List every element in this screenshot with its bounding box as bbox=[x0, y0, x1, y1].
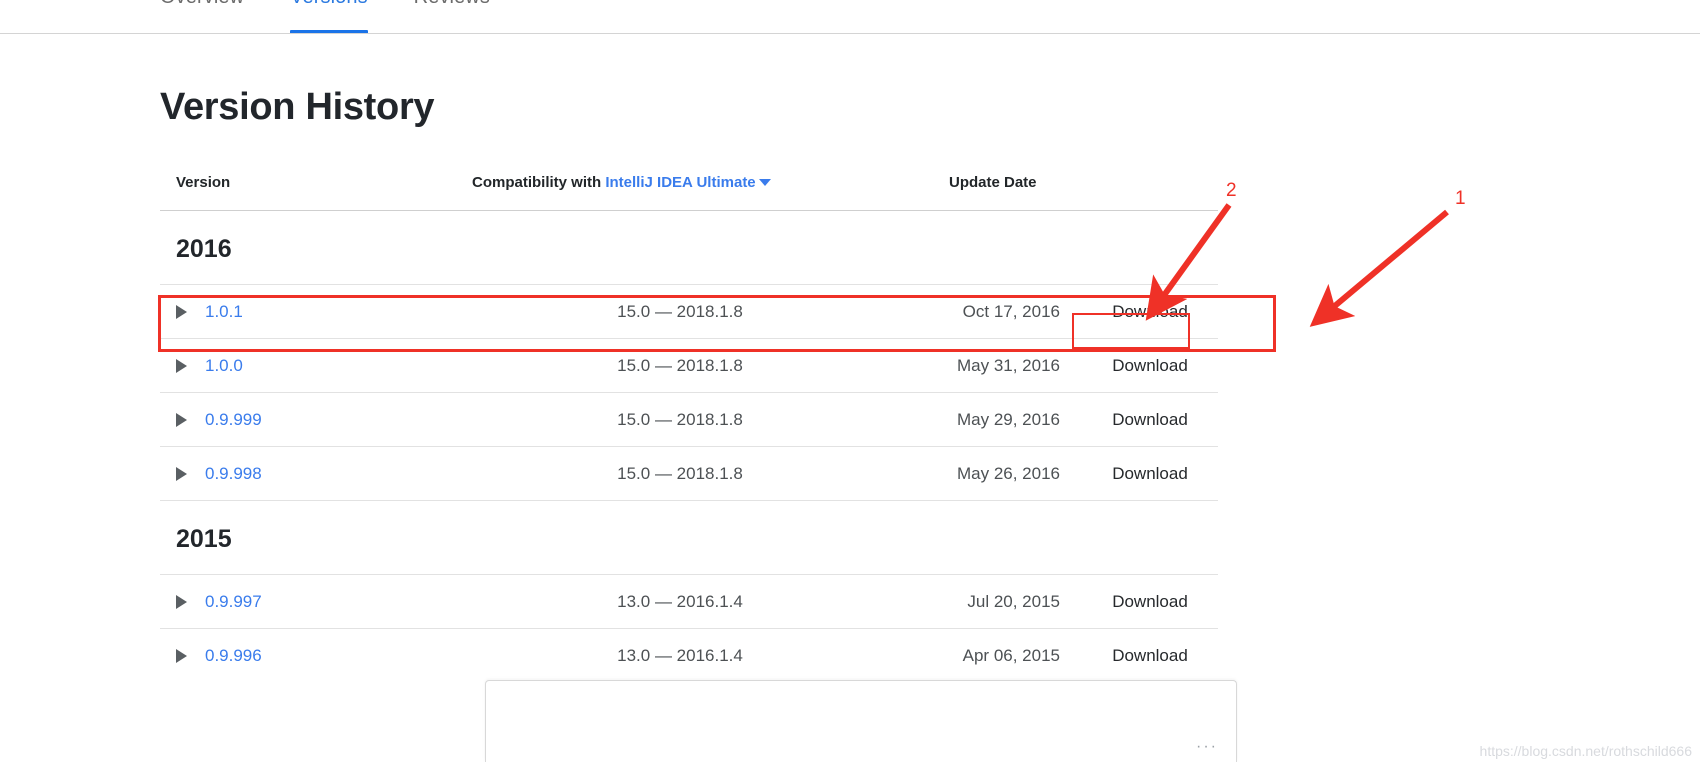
update-date-value: May 31, 2016 bbox=[956, 355, 1060, 375]
chevron-down-icon[interactable] bbox=[758, 178, 771, 186]
table-header-row: Version Compatibility with IntelliJ IDEA… bbox=[160, 174, 1218, 211]
compatibility-value: 15.0 — 2018.1.8 bbox=[617, 301, 743, 321]
version-link[interactable]: 0.9.997 bbox=[205, 575, 262, 628]
tab-reviews[interactable]: Reviews bbox=[414, 0, 490, 26]
triangle-right-icon bbox=[176, 358, 187, 373]
row-expander-toggle[interactable] bbox=[176, 575, 198, 628]
compatibility-prefix-label: Compatibility with bbox=[472, 174, 602, 191]
compatibility-value: 13.0 — 2016.1.4 bbox=[617, 591, 743, 611]
annotation-arrow-1 bbox=[1309, 209, 1449, 327]
triangle-right-icon bbox=[176, 304, 187, 319]
row-expander-toggle[interactable] bbox=[176, 629, 198, 682]
table-row[interactable]: 0.9.996 13.0 — 2016.1.4 Apr 06, 2015 Dow… bbox=[160, 628, 1218, 682]
row-expander-toggle[interactable] bbox=[176, 393, 198, 446]
year-group-2016: 2016 1.0.1 15.0 — 2018.1.8 Oct 17, 2016 … bbox=[160, 211, 1218, 501]
download-button[interactable]: Download bbox=[1090, 575, 1210, 628]
year-heading-2016: 2016 bbox=[176, 235, 232, 263]
page-title: Version History bbox=[160, 86, 435, 128]
compatibility-value: 15.0 — 2018.1.8 bbox=[617, 463, 743, 483]
download-button[interactable]: Download bbox=[1090, 285, 1210, 338]
year-heading-2015: 2015 bbox=[176, 525, 232, 553]
column-header-version: Version bbox=[176, 174, 231, 191]
compatibility-value: 13.0 — 2016.1.4 bbox=[617, 645, 743, 665]
compatibility-value: 15.0 — 2018.1.8 bbox=[617, 409, 743, 429]
compatibility-product-dropdown[interactable]: IntelliJ IDEA Ultimate bbox=[605, 174, 755, 191]
version-link[interactable]: 1.0.0 bbox=[205, 339, 243, 392]
version-history-table: Version Compatibility with IntelliJ IDEA… bbox=[160, 174, 1218, 682]
triangle-right-icon bbox=[176, 648, 187, 663]
triangle-right-icon bbox=[176, 412, 187, 427]
table-row[interactable]: 0.9.997 13.0 — 2016.1.4 Jul 20, 2015 Dow… bbox=[160, 574, 1218, 628]
column-header-compatibility: Compatibility with IntelliJ IDEA Ultimat… bbox=[472, 174, 771, 191]
tab-versions[interactable]: Versions bbox=[290, 0, 368, 34]
compatibility-value: 15.0 — 2018.1.8 bbox=[617, 355, 743, 375]
tab-bar-divider bbox=[0, 33, 1700, 34]
tab-reviews-label: Reviews bbox=[414, 0, 490, 8]
download-button[interactable]: Download bbox=[1090, 393, 1210, 446]
download-button[interactable]: Download bbox=[1090, 447, 1210, 500]
triangle-right-icon bbox=[176, 594, 187, 609]
bottom-overlay-panel[interactable]: ··· bbox=[485, 680, 1237, 762]
update-date-value: Apr 06, 2015 bbox=[962, 645, 1060, 665]
table-row[interactable]: 1.0.1 15.0 — 2018.1.8 Oct 17, 2016 Downl… bbox=[160, 284, 1218, 338]
tab-overview-label: Overview bbox=[160, 0, 244, 8]
tab-list: Overview Versions Reviews bbox=[160, 0, 490, 34]
year-group-2015: 2015 0.9.997 13.0 — 2016.1.4 Jul 20, 201… bbox=[160, 501, 1218, 682]
version-link[interactable]: 0.9.998 bbox=[205, 447, 262, 500]
row-expander-toggle[interactable] bbox=[176, 285, 198, 338]
row-expander-toggle[interactable] bbox=[176, 447, 198, 500]
panel-more-icon[interactable]: ··· bbox=[1196, 738, 1218, 756]
annotation-marker-1: 1 bbox=[1455, 188, 1466, 209]
table-row[interactable]: 0.9.998 15.0 — 2018.1.8 May 26, 2016 Dow… bbox=[160, 446, 1218, 500]
update-date-value: May 29, 2016 bbox=[956, 409, 1060, 429]
update-date-value: May 26, 2016 bbox=[956, 463, 1060, 483]
update-date-value: Oct 17, 2016 bbox=[962, 301, 1060, 321]
tab-overview[interactable]: Overview bbox=[160, 0, 244, 26]
version-link[interactable]: 0.9.999 bbox=[205, 393, 262, 446]
table-row[interactable]: 1.0.0 15.0 — 2018.1.8 May 31, 2016 Downl… bbox=[160, 338, 1218, 392]
table-row[interactable]: 0.9.999 15.0 — 2018.1.8 May 29, 2016 Dow… bbox=[160, 392, 1218, 446]
triangle-right-icon bbox=[176, 466, 187, 481]
tab-versions-label: Versions bbox=[290, 0, 368, 8]
annotation-marker-2: 2 bbox=[1226, 180, 1237, 201]
version-link[interactable]: 1.0.1 bbox=[205, 285, 243, 338]
row-expander-toggle[interactable] bbox=[176, 339, 198, 392]
update-date-value: Jul 20, 2015 bbox=[967, 591, 1060, 611]
column-header-update-date: Update Date bbox=[949, 174, 1037, 191]
watermark-text: https://blog.csdn.net/rothschild666 bbox=[1479, 743, 1692, 759]
download-button[interactable]: Download bbox=[1090, 339, 1210, 392]
version-link[interactable]: 0.9.996 bbox=[205, 629, 262, 682]
tab-bar: Overview Versions Reviews bbox=[0, 0, 1700, 34]
download-button[interactable]: Download bbox=[1090, 629, 1210, 682]
